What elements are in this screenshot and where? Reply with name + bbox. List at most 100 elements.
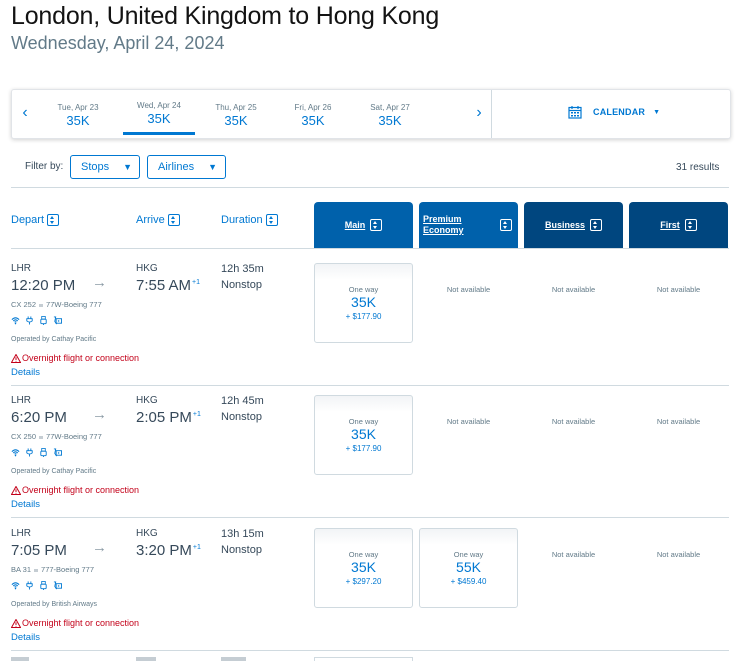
partial-fare-box (314, 657, 413, 661)
operated-by: Operated by British Airways (11, 601, 97, 608)
arrow-right-icon: → (92, 406, 107, 423)
aircraft-type: 777-Boeing 777 (41, 565, 94, 574)
arrive-time-value: 7:55 AM (136, 277, 192, 294)
day-offset: +1 (192, 544, 201, 551)
cabin-header-main[interactable]: Main (314, 202, 413, 248)
power-outlet-icon (26, 581, 33, 590)
flight-info: CX 252 77W-Boeing 777 (11, 300, 102, 309)
fare-not-available-first: Not available (656, 550, 701, 559)
divider (11, 650, 729, 651)
destination-airport: HKG (136, 528, 158, 539)
sort-icon (500, 219, 512, 231)
fare-option-premium-economy[interactable]: One way 55K + $459.40 (419, 528, 518, 608)
cabin-header-premium-economy[interactable]: Premium Economy (419, 202, 518, 248)
depart-time: 7:05 PM (11, 542, 67, 559)
fare-type: One way (348, 550, 379, 559)
date-option[interactable]: Sat, Apr 27 35K (354, 90, 426, 135)
cabin-label: Premium Economy (423, 214, 464, 235)
day-offset: +1 (192, 411, 201, 418)
flight-info: CX 250 77W-Boeing 777 (11, 432, 102, 441)
aircraft-type: 77W-Boeing 777 (46, 300, 102, 309)
arrive-time: 7:55 AM+1 (136, 277, 200, 294)
fare-miles: 35K (351, 559, 376, 575)
date-option-selected[interactable]: Wed, Apr 24 35K (123, 90, 195, 135)
arrive-time: 3:20 PM+1 (136, 542, 201, 559)
arrive-time-value: 2:05 PM (136, 409, 192, 426)
fare-not-available-business: Not available (551, 417, 596, 426)
details-link[interactable]: Details (11, 367, 40, 378)
sort-icon (47, 214, 60, 226)
warning-icon (11, 353, 21, 363)
sort-duration[interactable]: Duration (221, 214, 278, 226)
wifi-icon (11, 582, 20, 590)
date-price: 35K (224, 113, 248, 128)
calendar-button[interactable]: CALENDAR ▼ (568, 105, 660, 119)
warning-text: Overnight flight or connection (22, 485, 140, 495)
details-link[interactable]: Details (11, 632, 40, 643)
amenities (11, 581, 62, 590)
date-carousel: ‹ Tue, Apr 23 35K Wed, Apr 24 35K Thu, A… (11, 89, 731, 139)
overnight-warning: Overnight flight or connection (11, 618, 139, 628)
aircraft-type: 77W-Boeing 777 (46, 432, 102, 441)
cabin-header-business[interactable]: Business (524, 202, 623, 248)
warning-icon (11, 485, 21, 495)
fare-option-main[interactable]: One way 35K + $297.20 (314, 528, 413, 608)
partial-text (136, 657, 156, 661)
destination-airport: HKG (136, 263, 158, 274)
page-subtitle-date: Wednesday, April 24, 2024 (11, 33, 225, 53)
power-outlet-icon (26, 316, 33, 325)
divider (491, 90, 492, 138)
day-offset: +1 (192, 279, 201, 286)
fare-not-available-business: Not available (551, 550, 596, 559)
depart-time: 12:20 PM (11, 277, 76, 294)
sort-icon (167, 214, 180, 226)
sort-icon (590, 219, 603, 231)
partial-text (11, 657, 29, 661)
wifi-icon (11, 317, 20, 325)
entertainment-icon (53, 581, 62, 590)
date-label: Fri, Apr 26 (294, 103, 332, 112)
fare-taxes: + $177.90 (345, 312, 382, 321)
chevron-right-icon[interactable]: › (472, 104, 486, 122)
stops-filter-dropdown[interactable]: Stops ▼ (70, 155, 140, 179)
fare-option-main[interactable]: One way 35K + $177.90 (314, 395, 413, 475)
fare-option-main[interactable]: One way 35K + $177.90 (314, 263, 413, 343)
flight-stops: Nonstop (221, 411, 262, 423)
airlines-filter-dropdown[interactable]: Airlines ▼ (147, 155, 226, 179)
date-option[interactable]: Fri, Apr 26 35K (277, 90, 349, 135)
date-option[interactable]: Thu, Apr 25 35K (200, 90, 272, 135)
sort-depart[interactable]: Depart (11, 214, 60, 226)
details-link[interactable]: Details (11, 499, 40, 510)
divider (11, 248, 729, 249)
depart-header-label: Depart (11, 214, 45, 226)
date-option[interactable]: Tue, Apr 23 35K (42, 90, 114, 135)
overnight-warning: Overnight flight or connection (11, 485, 139, 495)
date-price: 35K (66, 113, 90, 128)
cabin-header-first[interactable]: First (629, 202, 728, 248)
fare-not-available-premium-economy: Not available (446, 285, 491, 294)
caret-down-icon: ▼ (123, 162, 133, 172)
fare-type: One way (453, 550, 484, 559)
fare-not-available-first: Not available (656, 285, 701, 294)
power-outlet-icon (26, 448, 33, 457)
stops-filter-label: Stops (81, 161, 110, 173)
calendar-icon (568, 106, 582, 119)
flight-duration: 12h 45m (221, 395, 264, 407)
date-price: 35K (378, 113, 402, 128)
sort-arrive[interactable]: Arrive (136, 214, 180, 226)
flight-row: LHR 7:05 PM → HKG 3:20 PM+1 13h 15m Nons… (11, 518, 729, 651)
fare-type: One way (348, 285, 379, 294)
usb-icon (40, 448, 47, 457)
cabin-label: Business (544, 220, 586, 230)
entertainment-icon (53, 448, 62, 457)
flight-number: CX 250 (11, 432, 37, 441)
sort-icon (265, 214, 278, 226)
flight-duration: 12h 35m (221, 263, 264, 275)
page-title: London, United Kingdom to Hong Kong (11, 2, 440, 30)
amenities (11, 448, 62, 457)
chevron-left-icon[interactable]: ‹ (18, 104, 32, 122)
cabin-label: First (660, 220, 680, 230)
fare-miles: 55K (456, 559, 481, 575)
amenities (11, 316, 62, 325)
fare-type: One way (348, 417, 379, 426)
